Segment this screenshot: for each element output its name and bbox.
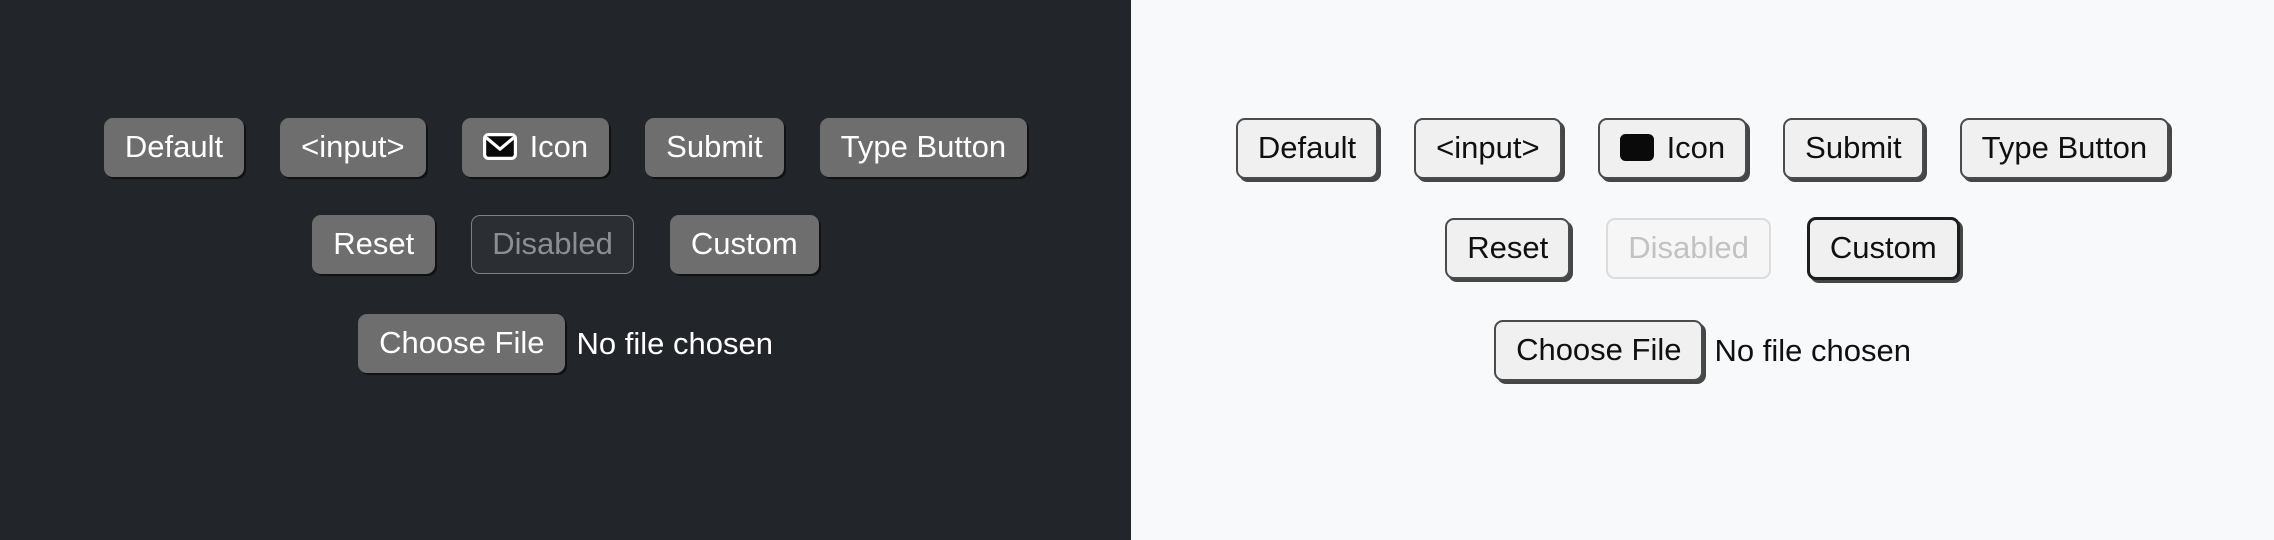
dark-file-status-text: No file chosen xyxy=(576,326,773,361)
light-type-button-label: Type Button xyxy=(1981,130,2148,165)
light-submit-button-label: Submit xyxy=(1805,130,1902,165)
dark-custom-button[interactable]: Custom xyxy=(669,215,819,274)
light-reset-button-label: Reset xyxy=(1467,230,1549,265)
light-button-row-primary: Default <input> Icon Submit Type Button xyxy=(1235,118,2170,179)
envelope-icon xyxy=(1619,134,1654,161)
dark-type-button[interactable]: Type Button xyxy=(819,118,1028,177)
dark-button-row-primary: Default <input> Icon Submit Type Button xyxy=(103,118,1028,177)
light-submit-button[interactable]: Submit xyxy=(1783,118,1924,179)
dark-disabled-button-label: Disabled xyxy=(492,226,613,261)
light-theme-panel: Default <input> Icon Submit Type Button … xyxy=(1131,0,2274,540)
dark-type-button-label: Type Button xyxy=(840,129,1007,164)
light-custom-button[interactable]: Custom xyxy=(1806,217,1960,280)
light-custom-button-label: Custom xyxy=(1829,230,1937,265)
dark-submit-button-label: Submit xyxy=(666,129,763,164)
button-showcase-root: Default <input> Icon Submit Type Button … xyxy=(0,0,2274,540)
dark-theme-panel: Default <input> Icon Submit Type Button … xyxy=(0,0,1131,540)
light-file-status-text: No file chosen xyxy=(1714,333,1911,368)
light-input-button-label: <input> xyxy=(1436,130,1540,165)
light-file-input[interactable]: Choose File No file chosen xyxy=(1494,320,1911,381)
dark-disabled-button: Disabled xyxy=(471,215,634,274)
dark-icon-button[interactable]: Icon xyxy=(461,118,610,177)
light-file-input-row: Choose File No file chosen xyxy=(1494,320,1911,381)
light-type-button[interactable]: Type Button xyxy=(1959,118,2170,179)
light-disabled-button-label: Disabled xyxy=(1628,230,1749,265)
dark-file-input-row: Choose File No file chosen xyxy=(358,314,773,373)
dark-default-button-label: Default xyxy=(124,129,224,164)
dark-submit-button[interactable]: Submit xyxy=(645,118,784,177)
dark-input-button-label: <input> xyxy=(301,129,405,164)
dark-icon-button-label: Icon xyxy=(529,129,589,164)
light-reset-button[interactable]: Reset xyxy=(1445,218,1571,279)
light-icon-button[interactable]: Icon xyxy=(1597,118,1748,179)
dark-choose-file-button[interactable]: Choose File xyxy=(358,314,566,373)
light-choose-file-button[interactable]: Choose File xyxy=(1494,320,1704,381)
dark-choose-file-button-label: Choose File xyxy=(379,325,545,360)
envelope-icon xyxy=(482,133,517,160)
dark-file-input[interactable]: Choose File No file chosen xyxy=(358,314,773,373)
dark-reset-button[interactable]: Reset xyxy=(312,215,436,274)
dark-reset-button-label: Reset xyxy=(333,226,415,261)
light-default-button-label: Default xyxy=(1257,130,1357,165)
light-disabled-button: Disabled xyxy=(1606,218,1771,279)
light-icon-button-label: Icon xyxy=(1666,130,1726,165)
light-choose-file-button-label: Choose File xyxy=(1516,332,1682,367)
dark-button-row-secondary: Reset Disabled Custom xyxy=(312,215,819,274)
light-default-button[interactable]: Default xyxy=(1235,118,1379,179)
light-input-button[interactable]: <input> xyxy=(1414,118,1562,179)
dark-default-button[interactable]: Default xyxy=(103,118,245,177)
dark-custom-button-label: Custom xyxy=(690,226,798,261)
light-button-row-secondary: Reset Disabled Custom xyxy=(1445,217,1960,280)
dark-input-button[interactable]: <input> xyxy=(280,118,426,177)
